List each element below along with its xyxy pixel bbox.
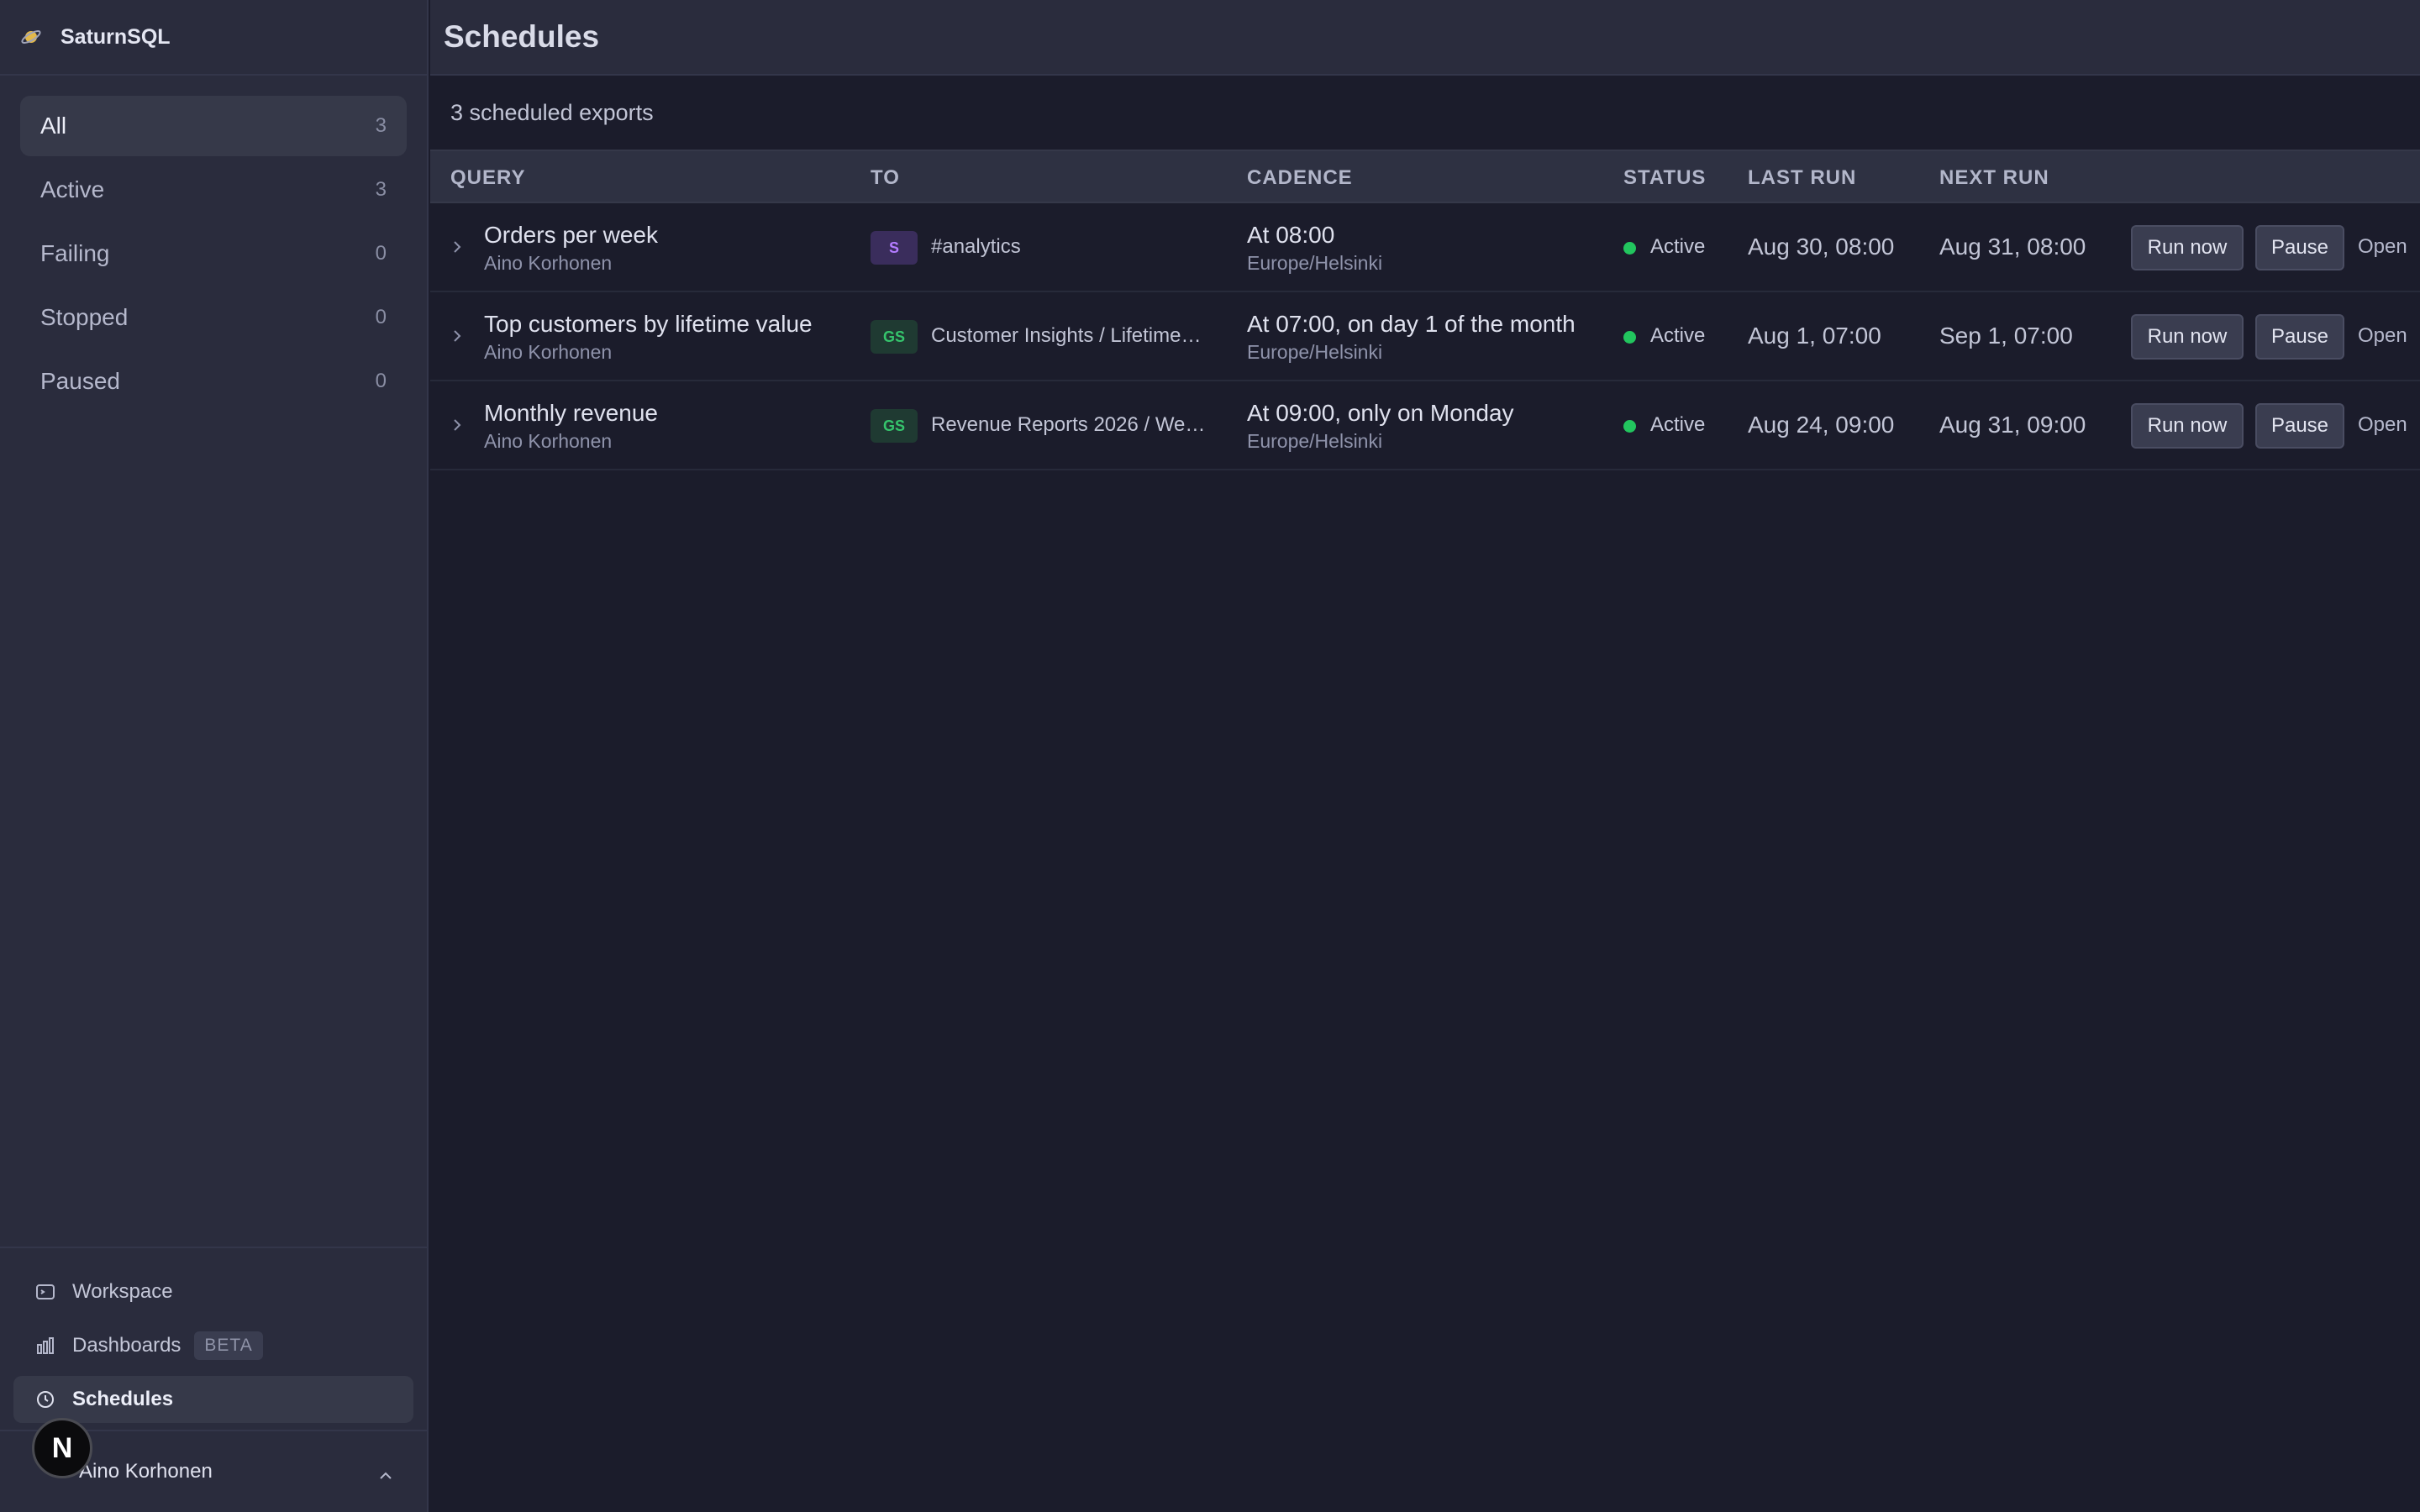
clock-icon	[35, 1389, 55, 1410]
sidebar-nav: Workspace Dashboards BETA Schedules	[0, 1247, 427, 1430]
chevron-right-icon[interactable]	[452, 237, 467, 257]
filter-label: Stopped	[40, 304, 129, 330]
table-row[interactable]: Monthly revenue Aino Korhonen GS Revenue…	[430, 381, 2420, 470]
app-name: SaturnSQL	[60, 24, 171, 49]
header: Schedules	[430, 0, 2420, 76]
query-title[interactable]: Top customers by lifetime value	[484, 311, 813, 338]
page-title: Schedules	[444, 19, 600, 54]
timezone: Europe/Helsinki	[1247, 341, 1383, 363]
query-owner: Aino Korhonen	[484, 252, 613, 274]
pause-button[interactable]: Pause	[2255, 314, 2344, 360]
cadence: At 07:00, on day 1 of the month	[1247, 311, 1576, 337]
pause-button[interactable]: Pause	[2255, 403, 2344, 449]
run-now-button[interactable]: Run now	[2131, 314, 2244, 360]
status-text: Active	[1650, 413, 1706, 436]
destination: Revenue Reports 2026 / We…	[931, 413, 1206, 436]
query-owner: Aino Korhonen	[484, 430, 613, 452]
col-to[interactable]: TO	[871, 166, 900, 190]
filter-stopped[interactable]: Stopped 0	[20, 287, 407, 348]
nav-label: Schedules	[72, 1388, 174, 1410]
nav-label: Dashboards	[72, 1334, 182, 1357]
table-row[interactable]: Orders per week Aino Korhonen S #analyti…	[430, 203, 2420, 292]
last-run: Aug 1, 07:00	[1748, 323, 1881, 349]
filter-active[interactable]: Active 3	[20, 160, 407, 220]
col-query[interactable]: QUERY	[450, 166, 525, 190]
timezone: Europe/Helsinki	[1247, 430, 1383, 452]
run-now-button[interactable]: Run now	[2131, 225, 2244, 270]
col-last-run[interactable]: LAST RUN	[1748, 166, 1856, 190]
open-link[interactable]: Open	[2358, 413, 2407, 437]
pause-button[interactable]: Pause	[2255, 225, 2344, 270]
saturn-logo-icon	[20, 26, 42, 48]
query-title[interactable]: Monthly revenue	[484, 400, 658, 427]
sidebar: SaturnSQL All 3 Active 3 Failing 0 Stopp…	[0, 0, 429, 1512]
main-content: Schedules 3 scheduled exports QUERY TO C…	[430, 0, 2420, 1512]
filter-label: Active	[40, 176, 105, 202]
table-header: QUERY TO CADENCE STATUS LAST RUN NEXT RU…	[430, 150, 2420, 203]
filter-label: Failing	[40, 240, 110, 266]
timezone: Europe/Helsinki	[1247, 252, 1383, 274]
user-name: Aino Korhonen	[79, 1460, 213, 1483]
next-run: Sep 1, 07:00	[1939, 323, 2073, 349]
filter-count: 0	[375, 306, 387, 328]
next-run: Aug 31, 08:00	[1939, 234, 2086, 260]
bar-chart-icon	[35, 1336, 55, 1356]
col-status[interactable]: STATUS	[1623, 166, 1706, 190]
filter-label: Paused	[40, 368, 120, 394]
status-dot-icon	[1623, 242, 1636, 255]
status-dot-icon	[1623, 331, 1636, 344]
filter-label: All	[40, 113, 67, 139]
slack-badge-icon: S	[871, 231, 918, 265]
cadence: At 08:00	[1247, 222, 1335, 248]
status-dot-icon	[1623, 420, 1636, 433]
chevron-right-icon[interactable]	[452, 415, 467, 435]
google-sheets-badge-icon: GS	[871, 320, 918, 354]
summary-text: 3 scheduled exports	[450, 99, 654, 125]
brand[interactable]: SaturnSQL	[0, 0, 427, 76]
query-title[interactable]: Orders per week	[484, 222, 658, 249]
status-text: Active	[1650, 235, 1706, 258]
filter-all[interactable]: All 3	[20, 96, 407, 156]
nav-dashboards[interactable]: Dashboards BETA	[13, 1322, 413, 1369]
destination: Customer Insights / Lifetime…	[931, 324, 1202, 347]
open-link[interactable]: Open	[2358, 324, 2407, 348]
terminal-icon	[35, 1282, 55, 1302]
nav-label: Workspace	[72, 1280, 173, 1303]
status-text: Active	[1650, 324, 1706, 347]
run-now-button[interactable]: Run now	[2131, 403, 2244, 449]
last-run: Aug 24, 09:00	[1748, 412, 1895, 438]
last-run: Aug 30, 08:00	[1748, 234, 1895, 260]
google-sheets-badge-icon: GS	[871, 409, 918, 443]
beta-badge: BETA	[194, 1331, 263, 1360]
col-next-run[interactable]: NEXT RUN	[1939, 166, 2049, 190]
filter-failing[interactable]: Failing 0	[20, 223, 407, 284]
col-cadence[interactable]: CADENCE	[1247, 166, 1353, 190]
open-link[interactable]: Open	[2358, 235, 2407, 259]
table-row[interactable]: Top customers by lifetime value Aino Kor…	[430, 292, 2420, 381]
destination: #analytics	[931, 235, 1021, 258]
next-run: Aug 31, 09:00	[1939, 412, 2086, 438]
chevron-right-icon[interactable]	[452, 326, 467, 346]
status-filter-list: All 3 Active 3 Failing 0 Stopped 0 Pause…	[0, 76, 427, 412]
filter-paused[interactable]: Paused 0	[20, 351, 407, 412]
nav-schedules[interactable]: Schedules	[13, 1376, 413, 1423]
query-owner: Aino Korhonen	[484, 341, 613, 363]
cadence: At 09:00, only on Monday	[1247, 400, 1514, 426]
nav-workspace[interactable]: Workspace	[13, 1268, 413, 1315]
chevron-up-icon	[378, 1463, 393, 1487]
filter-count: 0	[375, 242, 387, 265]
dev-overlay-badge[interactable]: N	[32, 1418, 92, 1478]
filter-count: 3	[375, 178, 387, 201]
filter-count: 0	[375, 370, 387, 392]
filter-count: 3	[375, 114, 387, 137]
